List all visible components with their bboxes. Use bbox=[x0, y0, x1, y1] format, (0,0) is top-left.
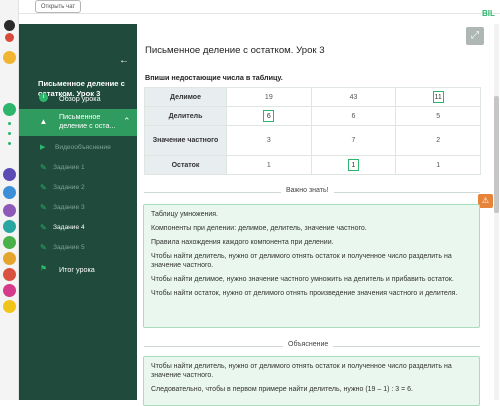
important-text: Чтобы найти остаток, нужно от делимого о… bbox=[151, 290, 458, 298]
task-instruction: Впиши недостающие числа в таблицу. bbox=[145, 73, 283, 82]
sidebar-subitem-task-2[interactable]: ✎ Задание 2 bbox=[19, 178, 137, 198]
edit-icon: ✎ bbox=[40, 223, 47, 232]
sidebar-item-overview[interactable]: i Обзор урока bbox=[19, 88, 137, 108]
chevron-up-icon[interactable]: ⌃ bbox=[123, 116, 131, 127]
important-text: Правила нахождения каждого компонента пр… bbox=[151, 239, 334, 246]
sidebar-subitem-task-1[interactable]: ✎ Задание 1 bbox=[19, 158, 137, 178]
table-cell: 1 bbox=[226, 155, 312, 175]
edit-icon: ✎ bbox=[40, 203, 47, 212]
explanation-box: Чтобы найти делитель, нужно от делимого … bbox=[143, 356, 480, 406]
edit-icon: ✎ bbox=[40, 183, 47, 192]
rail-icon-subject-4[interactable] bbox=[3, 220, 16, 233]
rail-icon-subject-7[interactable] bbox=[3, 268, 16, 281]
important-box: Таблицу умножения. Компоненты при делени… bbox=[143, 204, 480, 328]
brand-logo: BIL bbox=[482, 9, 495, 18]
explanation-text: Чтобы найти делитель, нужно от делимого … bbox=[151, 363, 452, 380]
sidebar-subitem-task-3[interactable]: ✎ Задание 3 bbox=[19, 198, 137, 218]
rail-icon-courses[interactable] bbox=[3, 103, 16, 116]
sidebar-subitem-task-4[interactable]: ✎ Задание 4 bbox=[19, 218, 137, 238]
sidebar-subitem-task-5[interactable]: ✎ Задание 5 bbox=[19, 238, 137, 258]
rail-icon-profile[interactable] bbox=[5, 33, 14, 42]
important-text: Чтобы найти делимое, нужно значение част… bbox=[151, 276, 454, 284]
rail-icon-subject-2[interactable] bbox=[3, 186, 16, 199]
important-heading: Важно знать! bbox=[281, 187, 334, 194]
table-cell: 1 bbox=[395, 155, 481, 175]
top-bar bbox=[19, 0, 500, 14]
edit-icon: ✎ bbox=[40, 163, 47, 172]
scrollbar-thumb[interactable] bbox=[494, 96, 499, 213]
table-row: Значение частного 3 7 2 bbox=[144, 125, 481, 156]
back-arrow-icon[interactable]: ← bbox=[119, 55, 129, 66]
row-header: Делитель bbox=[144, 106, 227, 126]
row-header: Значение частного bbox=[144, 125, 227, 156]
fullscreen-icon[interactable]: ⤢ bbox=[466, 27, 484, 45]
division-table: Делимое 19 43 11 Делитель 6 6 5 Значение… bbox=[144, 87, 481, 175]
rail-icon-coins[interactable] bbox=[3, 51, 16, 64]
table-row: Делитель 6 6 5 bbox=[144, 106, 481, 126]
lesson-sidebar: ← Письменное деление с остатком. Урок 3 … bbox=[19, 24, 137, 400]
app-rail bbox=[0, 0, 19, 400]
explanation-heading: Объяснение bbox=[283, 341, 334, 348]
row-header: Делимое bbox=[144, 87, 227, 107]
explanation-text: Следовательно, чтобы в первом примере на… bbox=[151, 386, 413, 394]
info-icon: i bbox=[39, 93, 48, 102]
table-cell: 19 bbox=[226, 87, 312, 107]
open-chat-button[interactable]: Открыть чат bbox=[35, 0, 81, 13]
table-cell: 7 bbox=[310, 125, 397, 156]
table-cell: 3 bbox=[226, 125, 312, 156]
edit-icon: ✎ bbox=[40, 243, 47, 252]
row-header: Остаток bbox=[144, 155, 227, 175]
avatar[interactable] bbox=[4, 20, 15, 31]
rail-icon-subject-6[interactable] bbox=[3, 252, 16, 265]
sidebar-item-lesson[interactable]: ▲ Письменное деление с оста... ⌃ bbox=[19, 109, 137, 136]
page-title: Письменное деление с остатком. Урок 3 bbox=[145, 45, 325, 56]
important-text: Компоненты при делении: делимое, делител… bbox=[151, 225, 367, 232]
table-cell: 5 bbox=[395, 106, 481, 126]
answer-cell: 1 bbox=[310, 155, 397, 175]
answer-input[interactable]: 6 bbox=[263, 110, 275, 122]
answer-input[interactable]: 11 bbox=[432, 91, 444, 103]
important-text: Чтобы найти делитель, нужно от делимого … bbox=[151, 253, 452, 270]
table-cell: 43 bbox=[310, 87, 397, 107]
rail-icon-subject-5[interactable] bbox=[3, 236, 16, 249]
answer-cell: 11 bbox=[395, 87, 481, 107]
answer-cell: 6 bbox=[226, 106, 312, 126]
graduation-cap-icon: ▲ bbox=[39, 117, 48, 126]
important-text: Таблицу умножения. bbox=[151, 211, 218, 218]
rail-icon-subject-8[interactable] bbox=[3, 284, 16, 297]
table-cell: 2 bbox=[395, 125, 481, 156]
table-row: Делимое 19 43 11 bbox=[144, 87, 481, 107]
sidebar-subitem-video[interactable]: ▶ Видеообъяснение bbox=[19, 138, 137, 158]
rail-icon-subject-9[interactable] bbox=[3, 300, 16, 313]
play-icon: ▶ bbox=[40, 144, 46, 151]
rail-icon-subject-3[interactable] bbox=[3, 204, 16, 217]
warning-icon[interactable]: ⚠ bbox=[478, 194, 493, 208]
rail-icon-subject-1[interactable] bbox=[3, 168, 16, 181]
scrollbar[interactable] bbox=[494, 24, 499, 400]
answer-input[interactable]: 1 bbox=[347, 159, 359, 171]
table-row: Остаток 1 1 1 bbox=[144, 155, 481, 175]
table-cell: 6 bbox=[310, 106, 397, 126]
flag-icon: ⚑ bbox=[39, 264, 48, 273]
sidebar-item-summary[interactable]: ⚑ Итог урока bbox=[19, 259, 137, 279]
